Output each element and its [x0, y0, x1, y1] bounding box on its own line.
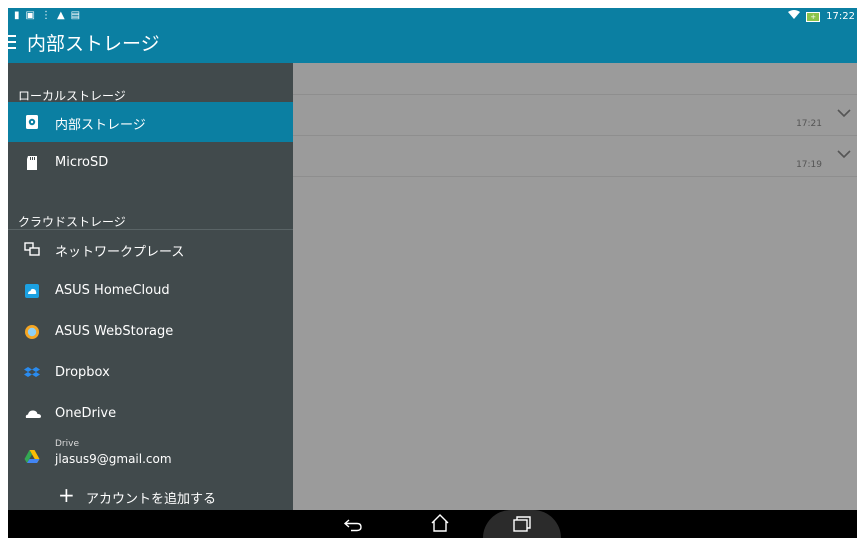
- home-icon[interactable]: [420, 510, 460, 538]
- plus-icon: +: [58, 483, 75, 507]
- drawer-item-label: Dropbox: [55, 365, 110, 380]
- drawer-item-label: 内部ストレージ: [55, 118, 146, 133]
- homecloud-icon: [24, 283, 40, 299]
- status-bar: ▮ ▣ ⋮ ▲ ▤ + 17:22: [8, 8, 857, 25]
- drawer-item-onedrive[interactable]: OneDrive: [8, 394, 293, 434]
- drawer-item-google-drive[interactable]: Drive jlasus9@gmail.com: [8, 435, 293, 477]
- wifi-icon: [788, 10, 801, 23]
- onedrive-icon: [24, 406, 41, 422]
- page-title: 内部ストレージ: [27, 33, 160, 55]
- screen: ▮ ▣ ⋮ ▲ ▤ + 17:22 内部ストレージ 17:21 17:19 ロー…: [8, 8, 857, 538]
- drawer-item-label: ネットワークプレース: [55, 245, 185, 260]
- webstorage-icon: [24, 324, 40, 340]
- modified-time: 17:19: [796, 160, 822, 170]
- drawer-item-label: OneDrive: [55, 406, 117, 421]
- list-divider: [293, 176, 857, 177]
- section-header-cloud: クラウドストレージ: [18, 215, 126, 229]
- warning-icon: ▲: [56, 10, 65, 21]
- drawer-item-label: ASUS WebStorage: [55, 324, 174, 339]
- drawer-item-label: ASUS HomeCloud: [55, 283, 170, 298]
- dropbox-icon: [24, 365, 40, 381]
- drawer-item-network-place[interactable]: ネットワークプレース: [8, 229, 293, 269]
- network-place-icon: [24, 241, 40, 257]
- file-list-area: 17:21 17:19: [293, 63, 857, 510]
- add-account-button[interactable]: + アカウントを追加する: [8, 483, 293, 511]
- hamburger-menu-icon[interactable]: [8, 35, 18, 51]
- system-navigation-bar: [8, 510, 857, 538]
- usb-icon: ⋮: [40, 10, 51, 21]
- drawer-item-dropbox[interactable]: Dropbox: [8, 353, 293, 393]
- list-item[interactable]: 17:19: [293, 135, 857, 176]
- recent-apps-icon[interactable]: [502, 510, 542, 538]
- system-icons: + 17:22: [788, 10, 855, 23]
- drawer-item-label: jlasus9@gmail.com: [55, 452, 172, 466]
- chevron-down-icon[interactable]: [837, 144, 851, 159]
- notification-icons: ▮ ▣ ⋮ ▲ ▤: [14, 10, 80, 22]
- download-icon: ▤: [70, 10, 81, 21]
- notification-icon: ▮: [14, 10, 20, 21]
- notification-icon: ▣: [25, 10, 35, 21]
- modified-time: 17:21: [796, 119, 822, 129]
- internal-storage-icon: [24, 114, 40, 130]
- clock: 17:22: [826, 11, 855, 22]
- sd-card-icon: [24, 155, 40, 171]
- google-drive-icon: [24, 449, 40, 465]
- navigation-drawer: ローカルストレージ 内部ストレージ MicroSD クラウドストレージ ネットワ…: [8, 63, 293, 510]
- chevron-down-icon[interactable]: [837, 103, 851, 118]
- list-item[interactable]: 17:21: [293, 94, 857, 135]
- drawer-item-label: MicroSD: [55, 155, 109, 170]
- drawer-item-microsd[interactable]: MicroSD: [8, 143, 293, 183]
- drawer-item-asus-homecloud[interactable]: ASUS HomeCloud: [8, 271, 293, 311]
- app-bar: 内部ストレージ: [8, 25, 857, 63]
- back-icon[interactable]: [335, 510, 375, 538]
- drawer-item-internal-storage[interactable]: 内部ストレージ: [8, 102, 293, 142]
- battery-icon: +: [806, 11, 821, 22]
- drawer-item-asus-webstorage[interactable]: ASUS WebStorage: [8, 312, 293, 352]
- drawer-item-sublabel: Drive: [55, 439, 79, 449]
- add-account-label: アカウントを追加する: [86, 492, 217, 507]
